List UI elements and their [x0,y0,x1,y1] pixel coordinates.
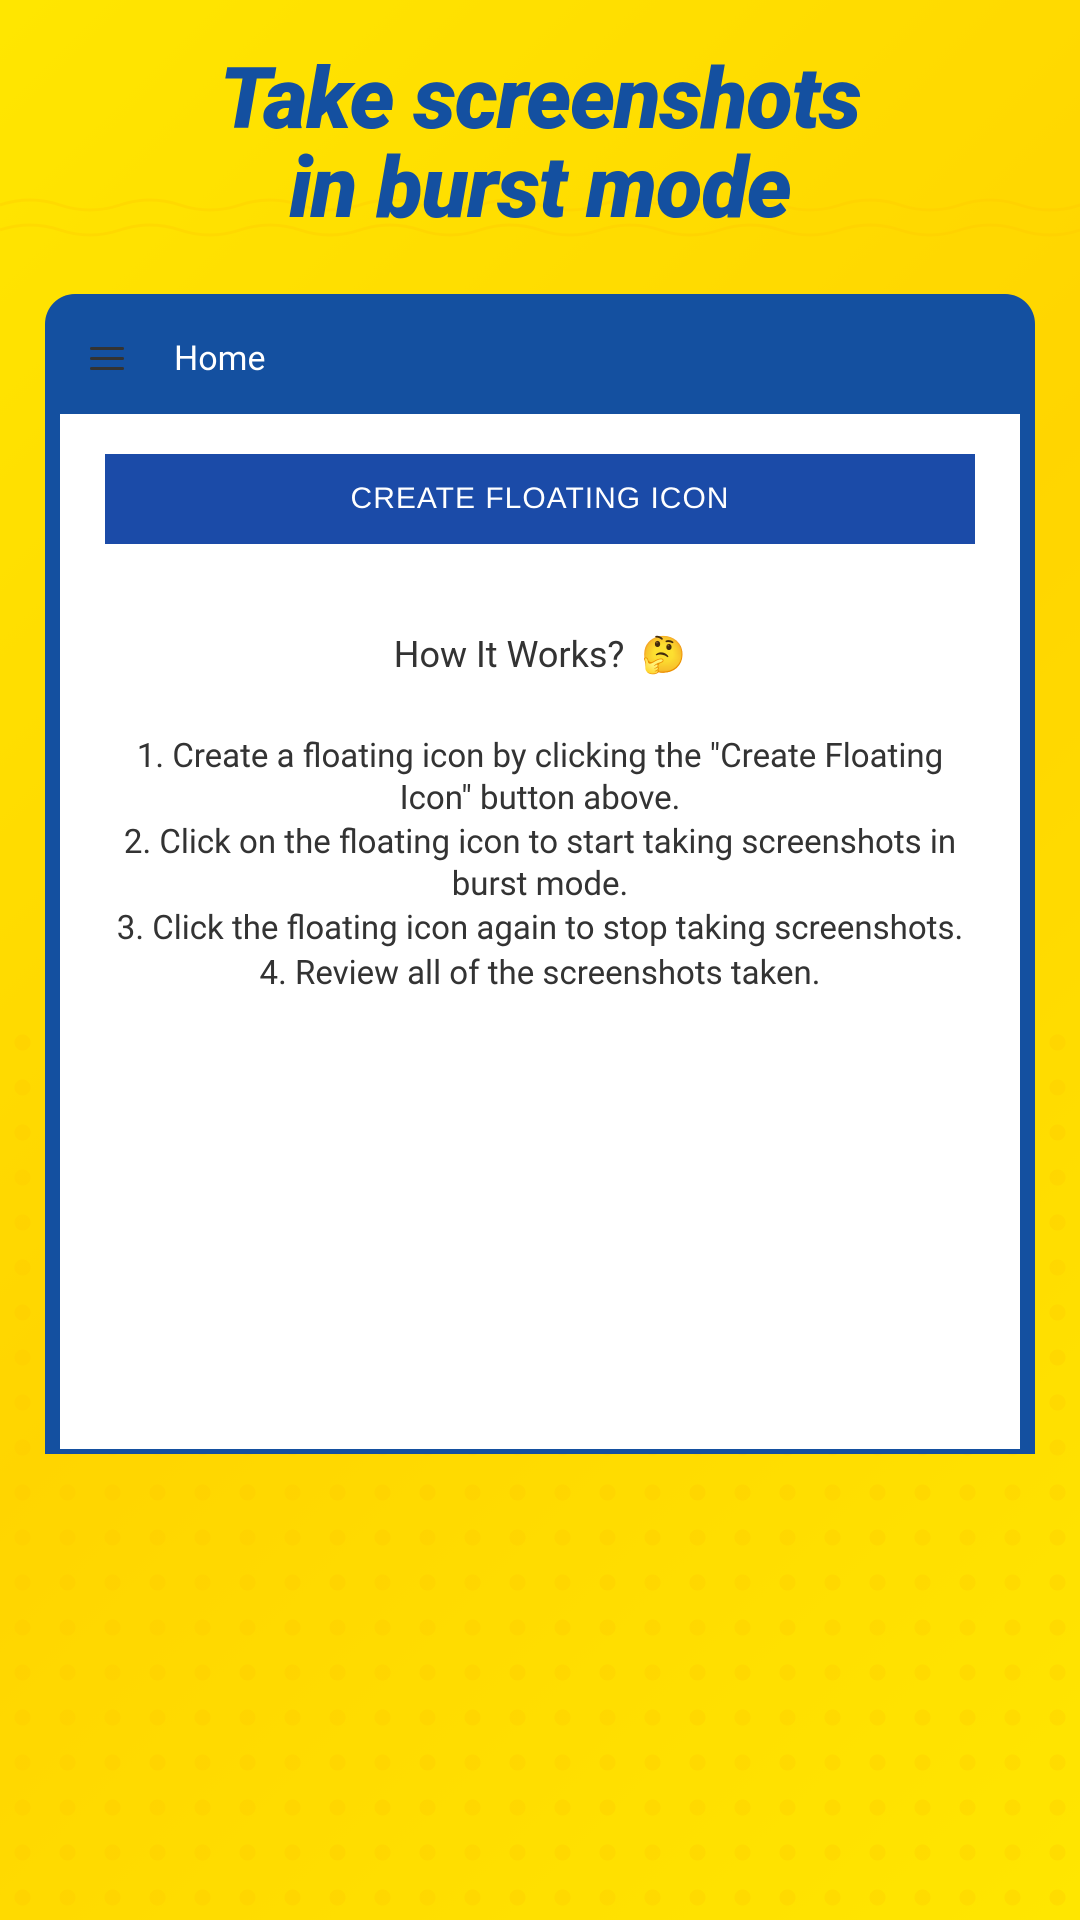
thinking-emoji-icon: 🤔 [641,634,686,676]
step-item: 3. Click the floating icon again to stop… [105,908,975,950]
how-it-works-title: How It Works? 🤔 [105,634,975,676]
create-floating-icon-button[interactable]: CREATE FLOATING ICON [105,454,975,544]
how-it-works-section: How It Works? 🤔 1. Create a floating ico… [105,634,975,995]
page-title: Home [174,339,266,379]
hamburger-menu-icon[interactable] [90,347,124,370]
app-content: CREATE FLOATING ICON How It Works? 🤔 1. … [60,414,1020,1449]
steps-list: 1. Create a floating icon by clicking th… [105,736,975,995]
phone-frame: Home CREATE FLOATING ICON How It Works? … [45,294,1035,1454]
step-item: 1. Create a floating icon by clicking th… [105,736,975,820]
step-item: 4. Review all of the screenshots taken. [105,953,975,995]
hero-title: Take screenshots in burst mode [0,0,1080,274]
step-item: 2. Click on the floating icon to start t… [105,822,975,906]
app-header: Home [60,309,1020,414]
